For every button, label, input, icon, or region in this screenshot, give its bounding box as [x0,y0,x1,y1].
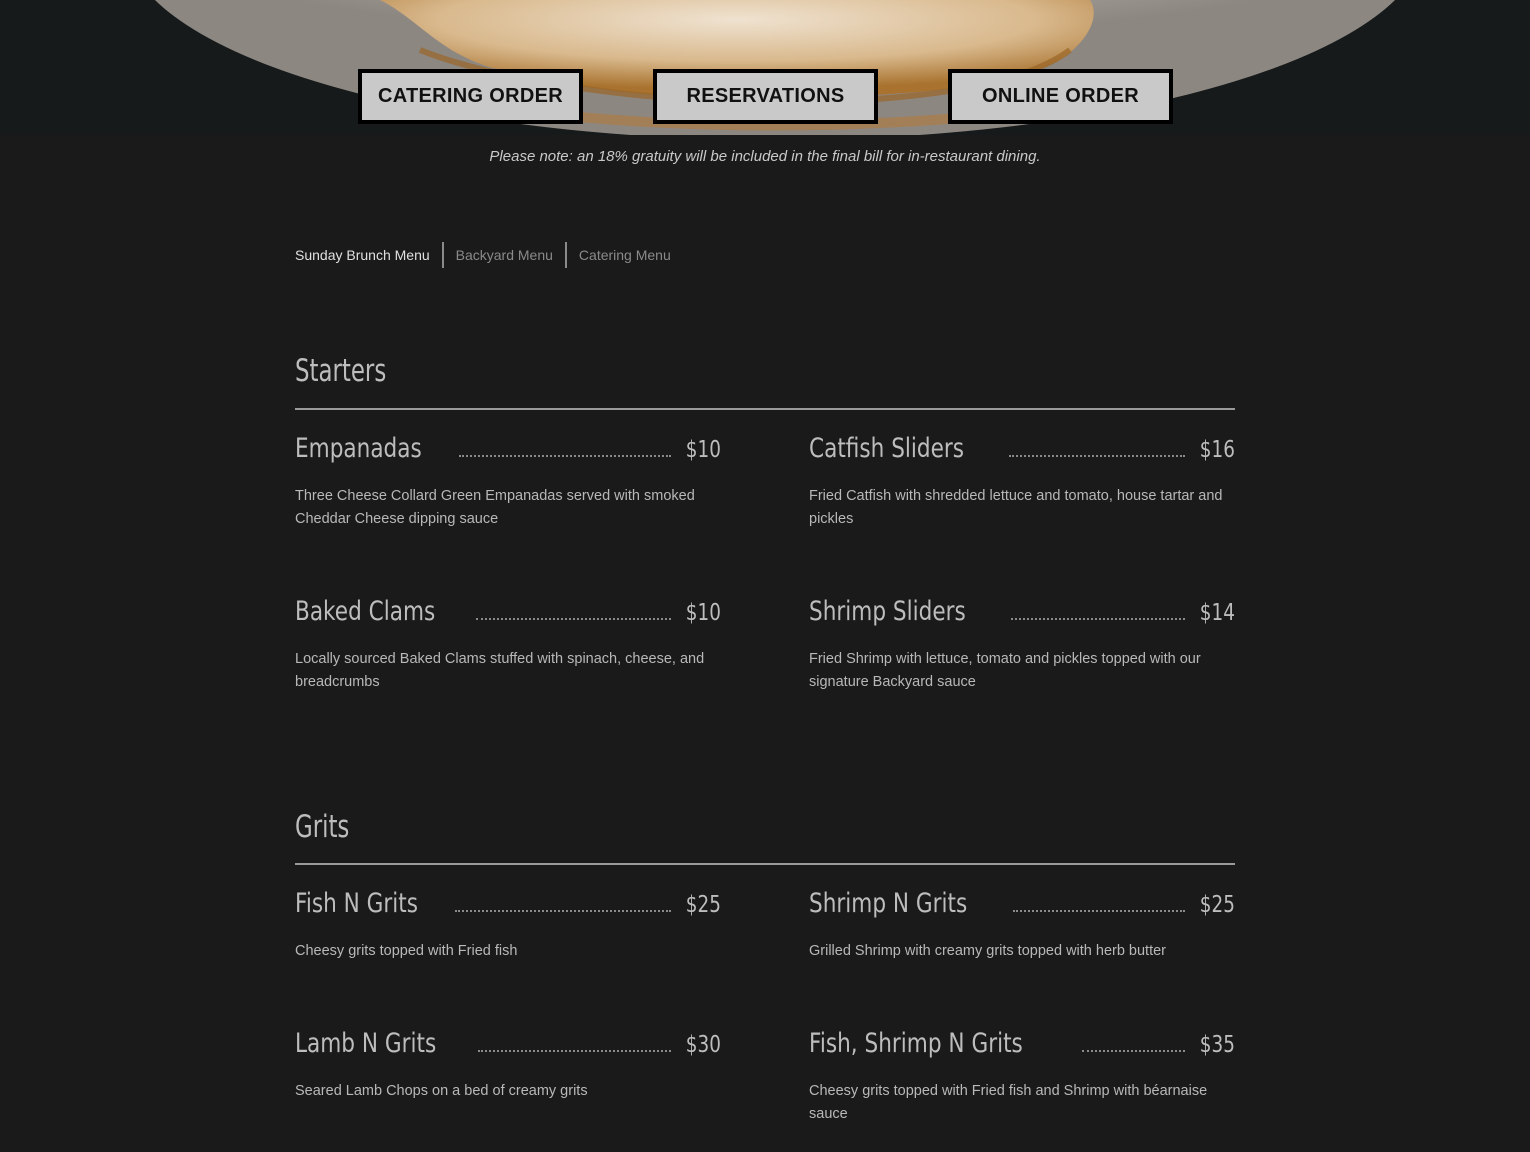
section-divider [295,408,1235,410]
menu-item-price: $25 [685,892,721,918]
menu-item-price: $10 [685,437,721,463]
dot-leader [1008,455,1186,457]
menu-item-name: Shrimp Sliders [809,596,966,627]
menu-tabs: Sunday Brunch Menu Backyard Menu Caterin… [295,242,671,268]
dot-leader [1082,1050,1186,1052]
menu-item-name: Shrimp N Grits [809,888,968,919]
menu-item-price: $25 [1199,892,1235,918]
menu-item-description: Seared Lamb Chops on a bed of creamy gri… [295,1083,588,1099]
section-title-grits: Grits [295,809,350,845]
tab-catering-menu[interactable]: Catering Menu [579,247,671,263]
tab-sunday-brunch-menu[interactable]: Sunday Brunch Menu [295,247,430,263]
menu-item: Shrimp Sliders $14 Fried Shrimp with let… [809,596,1235,693]
menu-item-name: Fish, Shrimp N Grits [809,1028,1023,1059]
dot-leader [1010,618,1186,620]
dot-leader [477,1050,672,1052]
menu-item-description: Grilled Shrimp with creamy grits topped … [809,943,1167,959]
menu-item: Fish N Grits $25 Cheesy grits topped wit… [295,888,721,963]
tab-backyard-menu[interactable]: Backyard Menu [456,247,553,263]
menu-item-description: Three Cheese Collard Green Empanadas ser… [295,488,695,527]
menu-item-description: Fried Catfish with shredded lettuce and … [809,488,1223,527]
menu-item: Lamb N Grits $30 Seared Lamb Chops on a … [295,1028,721,1103]
dot-leader [1012,910,1186,912]
gratuity-note: Please note: an 18% gratuity will be inc… [489,148,1041,165]
menu-item: Shrimp N Grits $25 Grilled Shrimp with c… [809,888,1235,963]
online-order-button[interactable]: ONLINE ORDER [948,69,1173,124]
section-divider [295,863,1235,865]
menu-item: Catfish Sliders $16 Fried Catfish with s… [809,433,1235,530]
tab-divider [441,242,444,268]
menu-item: Empanadas $10 Three Cheese Collard Green… [295,433,721,530]
menu-item-description: Cheesy grits topped with Fried fish [295,943,518,959]
menu-item: Baked Clams $10 Locally sourced Baked Cl… [295,596,721,693]
menu-item-name: Empanadas [295,433,422,464]
catering-order-button[interactable]: CATERING ORDER [358,69,583,124]
dot-leader [454,910,672,912]
menu-item-price: $30 [685,1032,721,1058]
menu-item-price: $35 [1199,1032,1235,1058]
hero-banner: CATERING ORDER RESERVATIONS ONLINE ORDER [0,0,1530,135]
menu-item-name: Lamb N Grits [295,1028,437,1059]
menu-item: Fish, Shrimp N Grits $35 Cheesy grits to… [809,1028,1235,1125]
tab-divider [564,242,567,268]
dot-leader [476,618,672,620]
menu-item-description: Fried Shrimp with lettuce, tomato and pi… [809,651,1201,690]
menu-item-name: Catfish Sliders [809,433,965,464]
section-title-starters: Starters [295,353,387,389]
reservations-button[interactable]: RESERVATIONS [653,69,878,124]
menu-item-price: $10 [685,600,721,626]
menu-item-name: Fish N Grits [295,888,419,919]
menu-item-description: Locally sourced Baked Clams stuffed with… [295,651,705,690]
dot-leader [459,455,672,457]
menu-item-price: $14 [1199,600,1235,626]
menu-item-description: Cheesy grits topped with Fried fish and … [809,1083,1208,1122]
menu-item-name: Baked Clams [295,596,436,627]
menu-item-price: $16 [1199,437,1235,463]
